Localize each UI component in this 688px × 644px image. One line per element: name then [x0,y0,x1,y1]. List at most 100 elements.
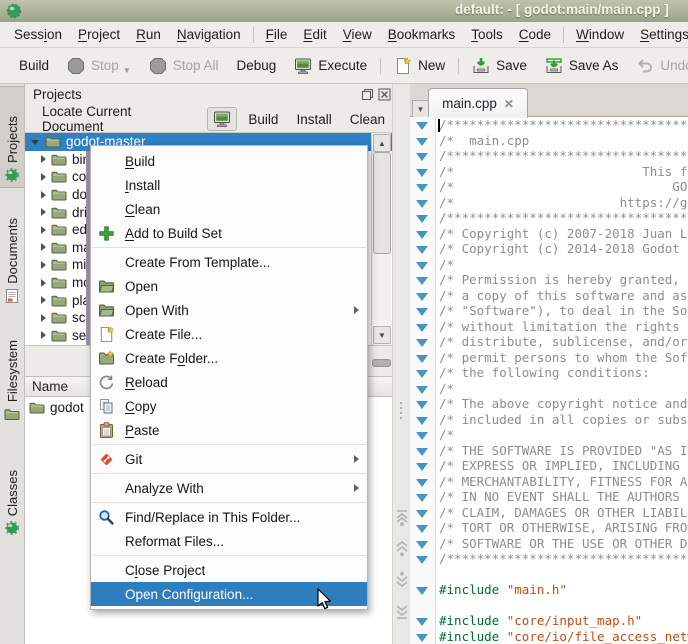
title-bar[interactable]: default: - [ godot:main/main.cpp ] [0,0,688,23]
fold-marker-icon[interactable] [416,417,428,425]
scrollbar-thumb[interactable] [373,152,391,254]
code-line[interactable]: /* IN NO EVENT SHALL THE AUTHORS OR COPY… [410,489,688,505]
menu-tools[interactable]: Tools [463,24,511,45]
fold-marker-icon[interactable] [416,122,428,130]
code-line[interactable]: /* EXPRESS OR IMPLIED, INCLUDING BUT NOT… [410,458,688,474]
save-as-button[interactable]: Save As [536,52,628,80]
code-line[interactable]: /* main.cpp */ [410,133,688,149]
fold-marker-icon[interactable] [416,262,428,270]
menu-window[interactable]: Window [568,24,632,45]
fold-marker-icon[interactable] [416,556,428,564]
code-line[interactable]: /* Permission is hereby granted, free of… [410,272,688,288]
code-line[interactable] [410,567,688,583]
context-menu-item-add-to-build-set[interactable]: Add to Build Set [91,221,367,245]
code-line[interactable]: /* */ [410,257,688,273]
fold-marker-icon[interactable] [416,138,428,146]
menu-edit[interactable]: Edit [295,24,334,45]
fold-marker-icon[interactable] [416,355,428,363]
context-menu-item-install[interactable]: Install [91,173,367,197]
expand-arrow-icon[interactable] [41,208,46,216]
debug-button[interactable]: Debug [228,53,286,78]
code-line[interactable]: /* */ [410,381,688,397]
fold-marker-icon[interactable] [416,634,428,642]
fold-marker-icon[interactable] [416,432,428,440]
code-line[interactable]: /* "Software"), to deal in the Software … [410,303,688,319]
fold-marker-icon[interactable] [416,401,428,409]
scroll-down-icon[interactable] [394,571,410,589]
fold-marker-icon[interactable] [416,277,428,285]
expand-arrow-icon[interactable] [41,226,46,234]
new-button[interactable]: New [385,52,454,80]
code-line[interactable]: /* Copyright (c) 2007-2018 Juan Linietsk… [410,226,688,242]
expand-arrow-icon[interactable] [41,296,46,304]
fold-marker-icon[interactable] [416,200,428,208]
menu-project[interactable]: Project [70,24,128,45]
build-button[interactable]: Build [241,109,285,130]
fold-marker-icon[interactable] [416,541,428,549]
fold-marker-icon[interactable] [416,494,428,502]
context-menu-item-create-from-template[interactable]: Create From Template... [91,250,367,274]
code-line[interactable]: /* MERCHANTABILITY, FITNESS FOR A PARTIC… [410,474,688,490]
context-menu-item-find-replace-in-this-folder[interactable]: Find/Replace in This Folder... [91,505,367,529]
code-line[interactable]: #include "core/input_map.h" [410,613,688,629]
fold-marker-icon[interactable] [416,215,428,223]
stop-button[interactable]: Stop▼ [58,52,140,80]
code-line[interactable]: #include "core/io/file_access_network.h" [410,629,688,644]
scroll-to-bottom-icon[interactable] [394,602,410,620]
splitter-grip[interactable] [372,359,391,367]
code-line[interactable]: /* GODOT ENGINE */ [410,179,688,195]
code-line[interactable] [410,598,688,614]
clean-button[interactable]: Clean [343,109,392,130]
expand-arrow-icon[interactable] [41,331,46,339]
tab-list-dropdown-icon[interactable]: ▼ [412,100,429,117]
context-menu-item-build[interactable]: Build [91,149,367,173]
menu-code[interactable]: Code [511,24,559,45]
code-line[interactable]: /* a copy of this software and associate… [410,288,688,304]
fold-marker-icon[interactable] [416,308,428,316]
context-menu-item-git[interactable]: Git [91,447,367,471]
menu-view[interactable]: View [335,24,380,45]
context-menu-item-close-project[interactable]: Close Project [91,558,367,582]
scroll-to-top-icon[interactable] [394,508,410,526]
tab-main-cpp[interactable]: main.cpp ✕ [428,88,528,118]
save-button[interactable]: Save [463,52,536,80]
sidebar-tab-projects[interactable]: Projects [0,86,24,188]
context-menu-item-clean[interactable]: Clean [91,197,367,221]
expand-arrow-icon[interactable] [41,173,46,181]
context-menu-item-open[interactable]: Open [91,274,367,298]
scroll-up-icon[interactable] [394,539,410,557]
fold-marker-icon[interactable] [416,510,428,518]
fold-marker-icon[interactable] [416,184,428,192]
scrollbar-up-arrow[interactable]: ▲ [373,134,391,152]
code-line[interactable]: /* */ [410,427,688,443]
fold-marker-icon[interactable] [416,339,428,347]
menu-file[interactable]: File [258,24,296,45]
locate-monitor-button[interactable] [207,107,237,131]
context-menu-item-create-file[interactable]: Create File... [91,322,367,346]
menu-run[interactable]: Run [128,24,169,45]
context-menu-item-reload[interactable]: Reload [91,370,367,394]
code-line[interactable]: /***************************************… [410,148,688,164]
fold-marker-icon[interactable] [416,479,428,487]
locate-current-document-button[interactable]: Locate Current Document [35,101,203,137]
expand-arrow-icon[interactable] [41,279,46,287]
code-line[interactable]: /* distribute, sublicense, and/or sell c… [410,334,688,350]
code-line[interactable]: /***************************************… [410,210,688,226]
code-line[interactable]: /* permit persons to whom the Software i… [410,350,688,366]
menu-settings[interactable]: Settings [632,24,688,45]
fold-marker-icon[interactable] [416,324,428,332]
panel-splitter[interactable] [392,84,411,644]
context-menu-item-analyze-with[interactable]: Analyze With [91,476,367,500]
execute-button[interactable]: Execute [285,52,376,80]
undo-button[interactable]: Undo [627,52,688,80]
fold-marker-icon[interactable] [416,370,428,378]
code-line[interactable]: /***************************************… [410,117,688,133]
dropdown-arrow-icon[interactable]: ▼ [123,66,131,75]
fold-marker-icon[interactable] [416,618,428,626]
expand-arrow-icon[interactable] [41,155,46,163]
code-line[interactable]: /* the following conditions: */ [410,365,688,381]
expand-arrow-icon[interactable] [41,243,46,251]
sidebar-tab-classes[interactable]: Classes [0,436,24,540]
expand-arrow-icon[interactable] [41,261,46,269]
context-menu-item-open-with[interactable]: Open With [91,298,367,322]
